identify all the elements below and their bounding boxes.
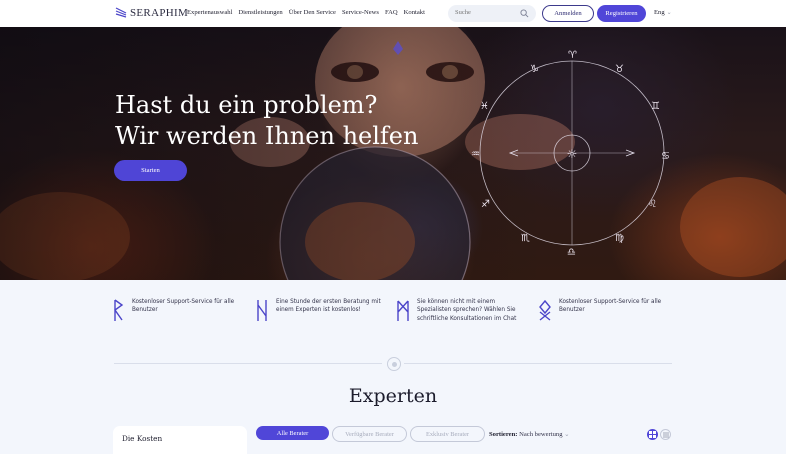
svg-text:♌: ♌ — [648, 199, 657, 210]
svg-text:♒: ♒ — [471, 149, 480, 160]
nav-service-news[interactable]: Service-News — [342, 9, 379, 16]
sort-value: Nach bewertung — [519, 431, 563, 438]
hero-banner: ☼ ♑ ♈ ♉ ♊ ♋ ♌ ♍ ♎ ♏ ♐ ♒ ♓ Hast du ein pr… — [0, 27, 786, 280]
svg-text:♑: ♑ — [530, 64, 539, 75]
top-navbar: SERAPHIM Expertenauswahl Dienstleistunge… — [0, 0, 786, 27]
hero-title: Hast du ein problem? Wir werden Ihnen he… — [115, 90, 455, 152]
svg-text:♓: ♓ — [480, 101, 489, 112]
feature-item: Eine Stunde der ersten Beratung mit eine… — [256, 298, 381, 322]
svg-text:♏: ♏ — [521, 233, 530, 244]
feature-text-line: Kostenloser Support-Service für alle — [559, 299, 662, 305]
feature-text-line: schriftliche Konsultationen im Chat — [417, 315, 517, 322]
experts-title: Experten — [348, 385, 438, 407]
filter-all-consultants[interactable]: Alle Berater — [256, 426, 329, 440]
rune-diamond-icon — [539, 299, 551, 321]
login-button[interactable]: Anmelden — [542, 5, 594, 22]
feature-text-line: Sie können nicht mit einem — [417, 299, 496, 305]
feature-text-line: Spezialisten sprechen? Wählen Sie — [417, 307, 516, 314]
register-button[interactable]: Registrieren — [597, 5, 646, 22]
list-view-toggle[interactable] — [660, 429, 671, 440]
sort-label: Sortieren: — [489, 431, 518, 438]
feature-text: Eine Stunde der ersten Beratung mit eine… — [276, 298, 381, 315]
logo-text: SERAPHIM — [130, 7, 189, 19]
nav-expert-selection[interactable]: Expertenauswahl — [187, 9, 232, 16]
svg-text:♋: ♋ — [661, 151, 670, 162]
logo[interactable]: SERAPHIM — [115, 6, 188, 20]
zodiac-wheel-icon: ☼ ♑ ♈ ♉ ♊ ♋ ♌ ♍ ♎ ♏ ♐ ♒ ♓ — [471, 50, 670, 258]
hero-title-line-1: Hast du ein problem? — [115, 91, 378, 119]
cost-filter-title: Die Kosten — [122, 434, 163, 443]
filter-exclusive-consultants[interactable]: Exklusiv Berater — [410, 426, 485, 442]
search-icon[interactable] — [520, 9, 529, 18]
rune-r-icon — [114, 299, 124, 321]
nav-contact[interactable]: Kontakt — [404, 9, 425, 16]
nav-faq[interactable]: FAQ — [385, 9, 398, 16]
feature-text-line: Benutzer — [132, 307, 158, 314]
list-view-icon — [662, 432, 669, 437]
feature-text-line: Eine Stunde der ersten Beratung mit — [276, 299, 381, 305]
svg-text:♈: ♈ — [568, 50, 577, 61]
feature-text: Kostenloser Support-Service für alle Ben… — [132, 298, 234, 315]
divider-ornament-dot — [391, 361, 397, 367]
feature-item: Sie können nicht mit einem Spezialisten … — [397, 298, 516, 323]
features-row: Kostenloser Support-Service für alle Ben… — [112, 298, 672, 338]
filter-available-consultants[interactable]: Verfügbare Berater — [332, 426, 407, 442]
feature-item: Kostenloser Support-Service für alle Ben… — [112, 298, 234, 322]
divider-ornament-icon — [387, 357, 401, 371]
start-button[interactable]: Starten — [114, 160, 187, 181]
feature-text: Sie können nicht mit einem Spezialisten … — [417, 298, 516, 323]
sort-dropdown[interactable]: Sortieren: Nach bewertung ⌄ — [489, 430, 570, 438]
chevron-down-icon: ⌄ — [666, 10, 672, 16]
feature-text-line: Kostenloser Support-Service für alle — [132, 299, 235, 305]
chevron-down-icon: ⌄ — [564, 431, 570, 438]
hero-title-line-2: Wir werden Ihnen helfen — [115, 122, 419, 150]
svg-text:♐: ♐ — [481, 199, 490, 210]
svg-text:♍: ♍ — [615, 233, 624, 244]
search-input[interactable] — [455, 9, 515, 16]
feature-item: Kostenloser Support-Service für alle Ben… — [539, 298, 661, 322]
language-value: Eng — [654, 9, 665, 16]
svg-text:♎: ♎ — [567, 247, 576, 258]
feature-text-line: einem Experten ist kostenlos! — [276, 307, 361, 314]
divider-right — [404, 363, 672, 364]
rune-n-icon — [257, 300, 267, 321]
svg-text:☼: ☼ — [567, 147, 578, 161]
svg-text:♊: ♊ — [651, 101, 660, 112]
page: SERAPHIM Expertenauswahl Dienstleistunge… — [0, 0, 786, 454]
wing-logo-icon — [115, 7, 127, 18]
divider-left — [114, 363, 382, 364]
main-nav: Expertenauswahl Dienstleistungen Über De… — [187, 9, 431, 16]
feature-text: Kostenloser Support-Service für alle Ben… — [559, 298, 661, 315]
search-box — [448, 5, 536, 22]
language-select[interactable]: Eng ⌄ — [654, 9, 672, 16]
grid-view-toggle[interactable] — [647, 429, 658, 440]
rune-m-icon — [397, 300, 409, 321]
nav-services[interactable]: Dienstleistungen — [238, 9, 282, 16]
cost-filter-card: Die Kosten — [113, 426, 247, 454]
feature-text-line: Benutzer — [559, 307, 585, 314]
nav-about[interactable]: Über Den Service — [289, 9, 336, 16]
grid-view-icon — [649, 431, 656, 438]
svg-text:♉: ♉ — [615, 64, 624, 75]
